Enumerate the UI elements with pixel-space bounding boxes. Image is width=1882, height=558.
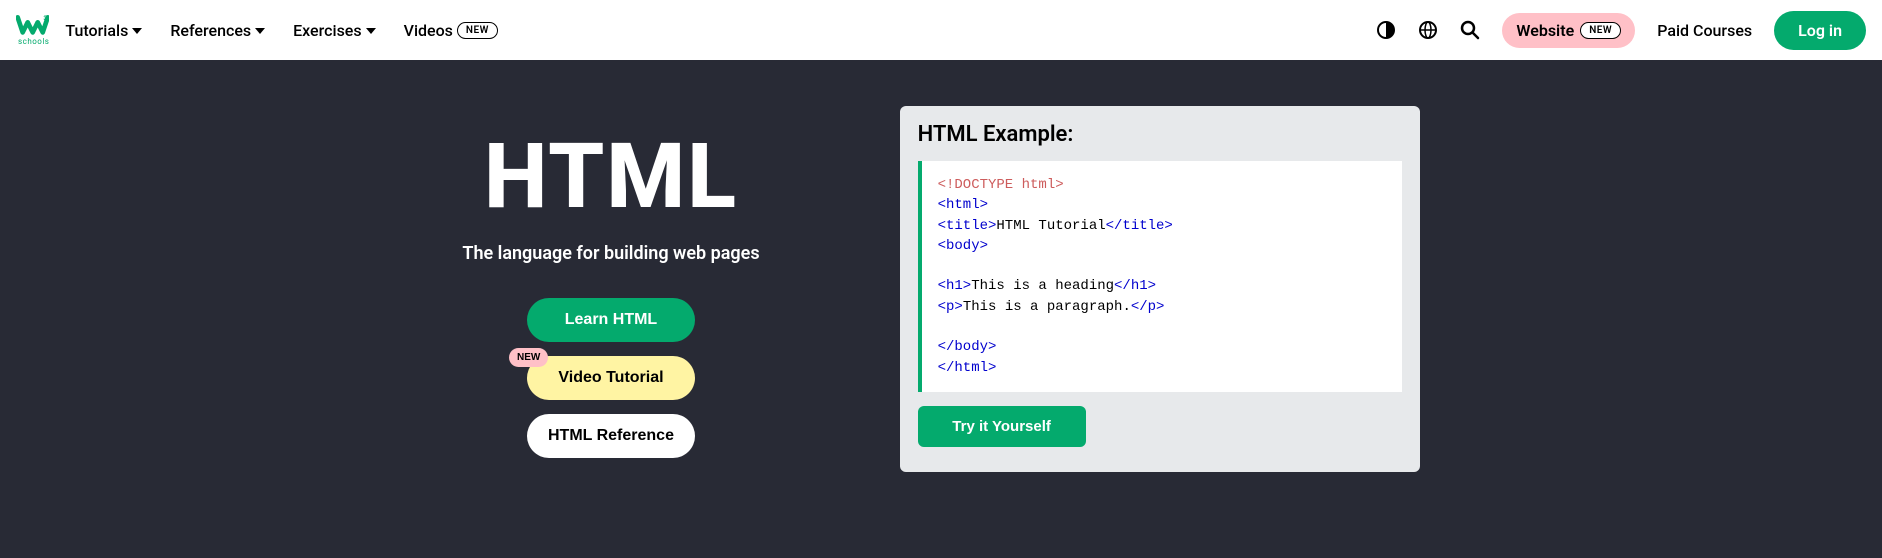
theme-toggle-icon[interactable] — [1376, 20, 1396, 40]
nav-right: Website NEW Paid Courses Log in — [1376, 11, 1866, 50]
w3schools-logo-icon: 3 — [16, 14, 49, 37]
new-badge: NEW — [1580, 22, 1621, 39]
logo[interactable]: 3 schools — [16, 14, 49, 46]
code-token: </title> — [1106, 218, 1173, 234]
hero-title: HTML — [484, 124, 738, 229]
code-token: </html> — [938, 360, 997, 376]
code-token: This is a paragraph. — [963, 299, 1131, 315]
html-reference-button[interactable]: HTML Reference — [527, 414, 695, 458]
nav-references[interactable]: References — [170, 21, 265, 40]
caret-down-icon — [132, 28, 142, 34]
caret-down-icon — [255, 28, 265, 34]
new-badge: NEW — [457, 22, 498, 39]
code-token: </p> — [1131, 299, 1165, 315]
learn-html-button[interactable]: Learn HTML — [527, 298, 695, 342]
nav-references-label: References — [170, 21, 251, 40]
nav-exercises[interactable]: Exercises — [293, 21, 375, 40]
code-token: </body> — [938, 339, 997, 355]
nav-tutorials[interactable]: Tutorials — [65, 21, 142, 40]
code-token: <p> — [938, 299, 963, 315]
example-card: HTML Example: <!DOCTYPE html> <html> <ti… — [900, 106, 1420, 472]
code-token: <h1> — [938, 278, 972, 294]
code-token: <title> — [938, 218, 997, 234]
code-token: <body> — [938, 238, 988, 254]
nav-videos-label: Videos — [404, 21, 453, 40]
hero-inner: HTML The language for building web pages… — [241, 106, 1641, 472]
hero-subtitle: The language for building web pages — [462, 243, 759, 264]
website-button[interactable]: Website NEW — [1502, 13, 1635, 48]
nav-tutorials-label: Tutorials — [65, 21, 128, 40]
new-badge: NEW — [509, 348, 548, 367]
code-token: <html> — [938, 197, 988, 213]
globe-icon[interactable] — [1418, 20, 1438, 40]
nav-left: Tutorials References Exercises Videos NE… — [65, 21, 498, 40]
try-it-yourself-button[interactable]: Try it Yourself — [918, 406, 1086, 447]
website-label: Website — [1516, 21, 1574, 40]
example-title: HTML Example: — [918, 122, 1402, 147]
code-token: </h1> — [1114, 278, 1156, 294]
hero-section: HTML The language for building web pages… — [0, 60, 1882, 558]
video-tutorial-label: Video Tutorial — [558, 369, 663, 386]
code-token: This is a heading — [971, 278, 1114, 294]
logo-text: schools — [18, 37, 49, 46]
video-tutorial-button[interactable]: NEW Video Tutorial — [527, 356, 695, 400]
login-button[interactable]: Log in — [1774, 11, 1866, 50]
code-token: html — [1013, 177, 1055, 193]
top-navigation: 3 schools Tutorials References Exercises… — [0, 0, 1882, 60]
code-token: > — [1055, 177, 1063, 193]
paid-courses-link[interactable]: Paid Courses — [1657, 21, 1752, 40]
code-box: <!DOCTYPE html> <html> <title>HTML Tutor… — [918, 161, 1402, 392]
code-token: <!DOCTYPE — [938, 177, 1014, 193]
hero-left: HTML The language for building web pages… — [462, 106, 759, 472]
search-icon[interactable] — [1460, 20, 1480, 40]
code-token: HTML Tutorial — [996, 218, 1105, 234]
nav-exercises-label: Exercises — [293, 21, 361, 40]
nav-videos[interactable]: Videos NEW — [404, 21, 498, 40]
svg-text:3: 3 — [43, 14, 47, 22]
caret-down-icon — [366, 28, 376, 34]
